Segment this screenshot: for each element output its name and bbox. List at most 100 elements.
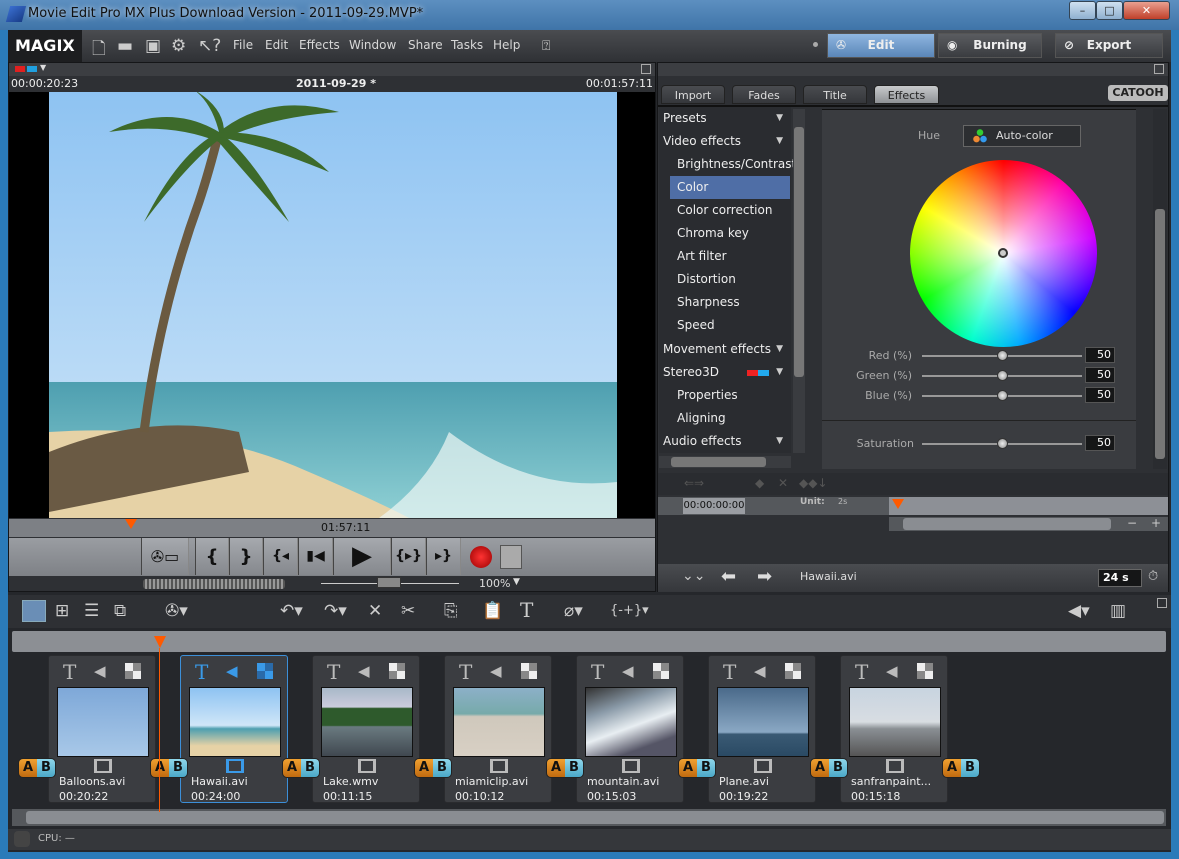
zoom-out-button[interactable]: − [1127, 516, 1137, 530]
back-arrow-icon[interactable]: ⬅ [721, 566, 736, 587]
monitor-timeline-ruler[interactable]: 01:57:11 [9, 519, 655, 537]
info-icon[interactable]: ⍰ [542, 38, 550, 54]
video-effect-icon[interactable] [653, 663, 669, 679]
effects-tree-item[interactable]: Art filter [659, 245, 789, 268]
title-icon[interactable]: T [855, 660, 868, 684]
color-slider-handle[interactable] [997, 370, 1008, 381]
go-to-out-point-button[interactable]: ▸} [426, 538, 461, 575]
tab-title[interactable]: Title [803, 85, 867, 104]
close-button[interactable]: ✕ [1123, 1, 1170, 20]
delete-icon[interactable]: ✕ [368, 601, 382, 621]
effects-reel-icon[interactable]: ✇▾ [165, 601, 188, 621]
go-to-in-point-button[interactable]: {◂ [263, 538, 298, 575]
previous-keyframe-icon[interactable]: ⇐⇒ [684, 476, 704, 490]
title-icon[interactable]: T [723, 660, 736, 684]
audio-volume-icon[interactable]: ◀ [226, 662, 238, 680]
maximize-button[interactable]: □ [1096, 1, 1123, 20]
effects-tree-item[interactable]: Brightness/Contrast [659, 153, 796, 176]
title-icon[interactable]: T [195, 660, 208, 684]
expand-arrow-icon[interactable]: ▼ [776, 361, 783, 384]
video-preview[interactable] [9, 92, 655, 518]
expand-arrow-icon[interactable]: ▼ [776, 107, 783, 130]
menu-tasks[interactable]: Tasks [451, 38, 483, 52]
razor-icon[interactable]: ⌀▾ [564, 601, 583, 621]
effects-tree-item[interactable]: Presets ▼ [659, 107, 789, 130]
tree-hscroll-thumb[interactable] [671, 457, 766, 467]
video-effect-icon[interactable] [521, 663, 537, 679]
film-strip-icon[interactable] [622, 759, 640, 773]
film-strip-icon[interactable] [226, 759, 244, 773]
jog-shuttle[interactable] [143, 579, 285, 589]
unit-value[interactable]: 2s [838, 497, 847, 506]
hue-color-wheel[interactable] [910, 160, 1097, 347]
zoom-dropdown-icon[interactable]: ▼ [513, 577, 520, 587]
copy-keyframe-icon[interactable]: ◆◆↓ [799, 476, 828, 490]
help-pointer-icon[interactable]: ↖? [198, 36, 221, 56]
storyboard-clip[interactable]: T ◀ Plane.avi 00:19:22 [708, 655, 816, 803]
video-effect-icon[interactable] [785, 663, 801, 679]
transition-button[interactable]: AB [414, 758, 452, 778]
export-mode-button[interactable]: ⊘ Export [1055, 33, 1163, 58]
play-range-button[interactable]: {▸} [391, 538, 426, 575]
effects-tree-item[interactable]: Stereo3D ▼ [659, 361, 789, 384]
copy-icon[interactable]: ⎘ [444, 601, 458, 621]
storyboard-clip[interactable]: T ◀ miamiclip.avi 00:10:12 [444, 655, 552, 803]
clip-thumbnail[interactable] [453, 687, 545, 757]
save-icon[interactable]: ▣ [145, 36, 161, 56]
expand-arrow-icon[interactable]: ▼ [776, 430, 783, 453]
new-file-icon[interactable]: 🗋 [92, 36, 106, 65]
tree-horizontal-scrollbar[interactable] [659, 456, 791, 468]
effects-tree-item[interactable]: Video effects ▼ [659, 130, 789, 153]
clip-thumbnail[interactable] [849, 687, 941, 757]
recording-options-button[interactable] [500, 545, 522, 569]
tab-import[interactable]: Import [661, 85, 725, 104]
audio-volume-icon[interactable]: ◀ [94, 662, 106, 680]
keyframe-playhead[interactable] [892, 499, 904, 509]
stopwatch-icon[interactable]: ⏱ [1148, 569, 1158, 584]
playhead-marker[interactable] [125, 519, 137, 529]
delete-keyframe-icon[interactable]: ✕ [778, 476, 788, 490]
dropdown-arrow-icon[interactable]: ▼ [40, 63, 46, 72]
saturation-value[interactable]: 50 [1085, 435, 1115, 451]
storyboard-clip[interactable]: T ◀ mountain.avi 00:15:03 [576, 655, 684, 803]
audio-volume-icon[interactable]: ◀ [754, 662, 766, 680]
menu-share[interactable]: Share [408, 38, 443, 52]
saturation-slider-handle[interactable] [997, 438, 1008, 449]
menu-effects[interactable]: Effects [299, 38, 340, 52]
clip-thumbnail[interactable] [57, 687, 149, 757]
zoom-level[interactable]: 100% [479, 577, 510, 590]
menu-file[interactable]: File [233, 38, 253, 52]
effects-tree-item[interactable]: Color correction [659, 199, 789, 222]
clip-thumbnail[interactable] [585, 687, 677, 757]
storyboard-scrollbar-thumb[interactable] [26, 811, 1164, 824]
maximize-panel-icon[interactable] [1154, 64, 1164, 74]
collapse-icon[interactable]: ⌄⌄ [682, 568, 705, 584]
title-icon[interactable]: T [591, 660, 604, 684]
open-folder-icon[interactable]: ▬ [117, 36, 133, 56]
set-out-point-button[interactable]: } [229, 538, 263, 575]
effects-tree-item[interactable]: Audio effects ▼ [659, 430, 789, 453]
set-in-point-button[interactable]: { [195, 538, 229, 575]
transition-button[interactable]: AB [678, 758, 716, 778]
edit-mode-button[interactable]: ✇ Edit [827, 33, 935, 58]
storyboard-scrollbar[interactable] [12, 809, 1166, 826]
effects-tree-item[interactable]: Movement effects ▼ [659, 338, 789, 361]
play-button[interactable]: ▶ [333, 538, 391, 575]
audio-icon[interactable]: ◀▾ [1068, 601, 1090, 621]
title-text-icon[interactable]: T [520, 598, 533, 622]
hue-picker-handle[interactable] [998, 248, 1008, 258]
catooh-logo[interactable]: CATOOH [1108, 85, 1168, 101]
effects-tree-item[interactable]: Color [670, 176, 790, 199]
expand-arrow-icon[interactable]: ▼ [776, 338, 783, 361]
effect-panel-scrollbar[interactable] [1153, 109, 1167, 469]
audio-volume-icon[interactable]: ◀ [490, 662, 502, 680]
go-to-start-button[interactable]: ▮◀ [298, 538, 333, 575]
title-icon[interactable]: T [63, 660, 76, 684]
burning-mode-button[interactable]: ◉ Burning [938, 33, 1042, 58]
clip-thumbnail[interactable] [189, 687, 281, 757]
storyboard-clip[interactable]: T ◀ Balloons.avi 00:20:22 [48, 655, 156, 803]
keyframe-timeline[interactable] [889, 497, 1168, 515]
transition-button[interactable]: AB [942, 758, 980, 778]
auto-color-button[interactable]: Auto-color [963, 125, 1081, 147]
keyframe-scrollbar-thumb[interactable] [903, 518, 1111, 530]
